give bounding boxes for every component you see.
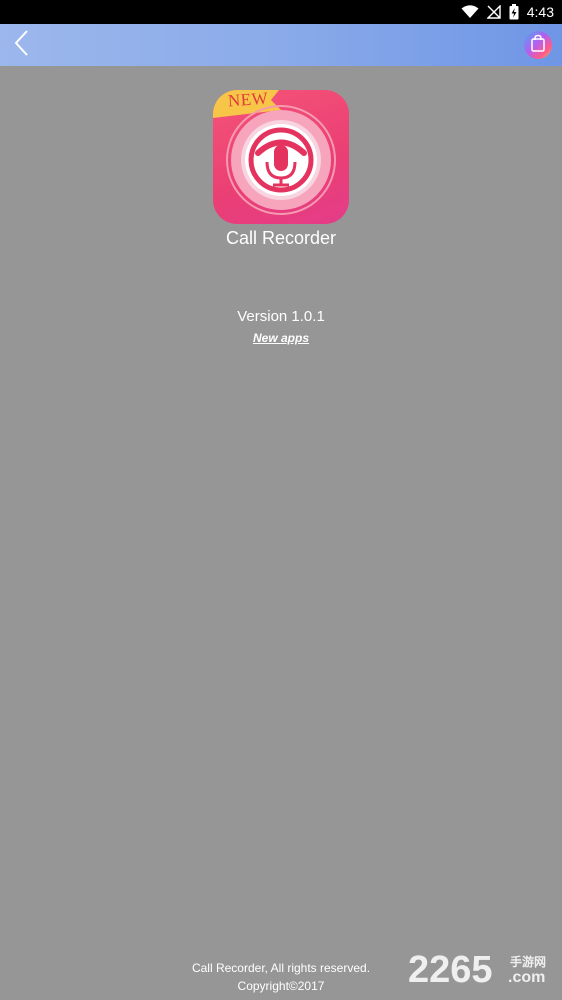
watermark-cn: 手游网 <box>510 954 546 969</box>
status-bar: 4:43 <box>0 0 562 24</box>
back-button[interactable] <box>4 27 38 63</box>
new-apps-link[interactable]: New apps <box>0 331 562 345</box>
store-button[interactable] <box>524 31 552 59</box>
shopping-bag-icon <box>530 34 546 57</box>
wifi-icon <box>461 5 479 19</box>
status-icons: 4:43 <box>461 0 554 24</box>
watermark-domain: .com <box>508 969 545 986</box>
no-signal-icon <box>486 5 501 19</box>
status-time: 4:43 <box>526 4 554 20</box>
new-badge: NEW <box>227 90 269 111</box>
version-text: Version 1.0.1 <box>237 308 325 325</box>
top-toolbar <box>0 24 562 66</box>
watermark-brand: 2265 <box>408 949 493 988</box>
chevron-left-icon <box>13 29 29 62</box>
battery-charging-icon <box>509 4 519 20</box>
app-icon: NEW <box>213 90 349 224</box>
app-name: Call Recorder <box>225 228 337 248</box>
watermark-logo: 2265 手游网 .com <box>408 948 558 991</box>
